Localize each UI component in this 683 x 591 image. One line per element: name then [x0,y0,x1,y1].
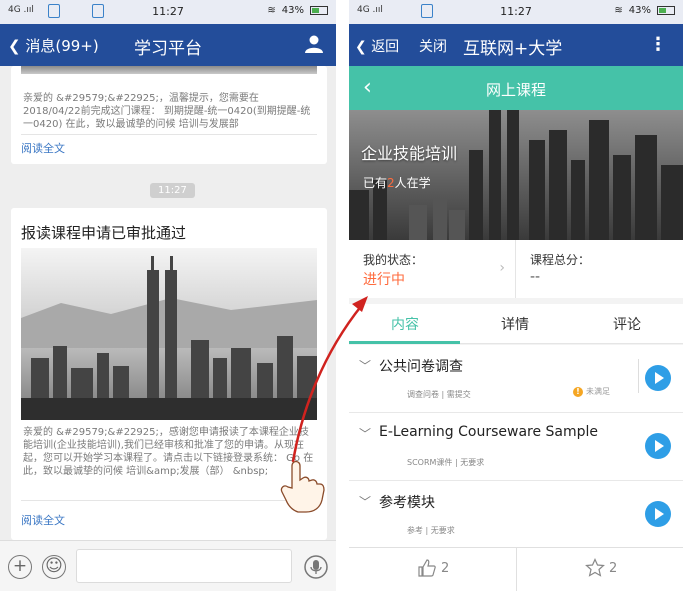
back-button[interactable]: ❮ 返回 [355,36,399,56]
status-value: 进行中 [363,272,405,288]
status-bar: 4G .ııl 11:27 ≋ 43% [349,0,683,24]
course-banner: 企业技能培训 已有2人在学 [349,110,683,240]
course-stats: 我的状态： 进行中 › 课程总分： -- [349,240,683,298]
read-more-link[interactable]: 阅读全文 [21,512,65,528]
top-navbar: ❮ 返回 关闭 互联网+大学 ⋮ [349,24,683,66]
status-right: ≋ 43% [614,5,675,16]
battery-percent: 43% [281,5,304,16]
tab-details[interactable]: 详情 [501,314,529,334]
message-input[interactable] [76,549,292,583]
message-body: 亲爱的 &#29579;&#22925;，感谢您申请报读了本课程企业技能培训(企… [23,427,314,477]
right-phone-screen: 4G .ııl 11:27 ≋ 43% ❮ 返回 关闭 互联网+大学 ⋮ ‹ 网… [349,0,683,591]
left-phone-screen: 4G .ııl 11:27 ≋ 43% ❮ 消息(99+) 学习平台 亲爱的 &… [0,0,336,591]
divider [21,134,317,135]
back-label: 返回 [371,39,400,55]
like-count: 2 [441,560,450,576]
chevron-down-icon: ﹀ [359,427,372,441]
module-meta: 参考 | 无要求 [407,526,455,535]
card-image-fragment [21,66,317,74]
skyline-illustration [21,248,317,420]
battery-icon [657,6,675,15]
favorite-button[interactable]: 2 [585,558,617,578]
battery-icon [310,6,328,15]
thumbs-up-icon [418,559,436,577]
user-profile-icon[interactable] [304,34,324,54]
chevron-down-icon: ﹀ [359,359,372,373]
module-meta: 调查问卷 | 需提交 [407,390,471,399]
message-body: 亲爱的 &#29579;&#22925;，温馨提示，您需要在2018/04/22… [23,93,311,130]
my-status[interactable]: 我的状态： 进行中 › [349,240,516,298]
close-button[interactable]: 关闭 [419,36,447,56]
top-navbar: ❮ 消息(99+) 学习平台 [0,24,336,66]
learner-suffix: 人在学 [394,176,431,190]
message-card[interactable]: 报读课程申请已审批通过 亲爱的 &#29579;&#22925;，感谢您申请报读… [11,208,327,540]
like-button[interactable]: 2 [417,558,449,578]
chevron-left-icon: ❮ [355,39,367,55]
message-timestamp: 11:27 [150,183,195,198]
total-label: 课程总分： [530,253,591,267]
divider [516,548,517,591]
chevron-right-icon: › [499,260,505,276]
section-title: 网上课程 [485,81,546,99]
chevron-down-icon: ﹀ [359,495,372,509]
play-icon[interactable] [645,365,671,391]
star-icon [585,558,605,577]
status-label: 我的状态： [363,253,424,267]
course-total-score: 课程总分： -- [516,240,683,298]
status-right: ≋ 43% [267,5,328,16]
module-item[interactable]: ﹀ 公共问卷调查 调查问卷 | 需提交 ! 未满足 [349,345,683,413]
tab-content[interactable]: 内容 [391,314,419,334]
tab-comments[interactable]: 评论 [613,314,641,334]
learner-number: 2 [387,176,395,190]
play-icon[interactable] [645,501,671,527]
course-tabs: 内容 详情 评论 [349,304,683,344]
message-input-bar: + ☺ [0,540,336,591]
module-meta: SCORM课件 | 无要求 [407,458,485,467]
page-title: 学习平台 [134,39,202,59]
message-card: 亲爱的 &#29579;&#22925;，温馨提示，您需要在2018/04/22… [11,66,327,164]
requirement-text: 未满足 [586,387,610,396]
read-more-link[interactable]: 阅读全文 [21,140,65,156]
emoji-button[interactable]: ☺ [42,555,66,579]
warning-icon: ! [573,386,583,397]
city-skyline-image [21,248,317,420]
module-title: E-Learning Courseware Sample [379,424,599,440]
module-title: 参考模块 [379,495,435,511]
favorite-count: 2 [609,560,618,576]
active-tab-indicator [349,341,460,344]
module-item[interactable]: ﹀ 参考模块 参考 | 无要求 [349,481,683,549]
wifi-icon: ≋ [614,5,623,16]
add-attachment-button[interactable]: + [8,555,32,579]
module-title: 公共问卷调查 [379,359,463,375]
battery-percent: 43% [628,5,651,16]
course-title: 企业技能培训 [361,144,458,163]
status-bar: 4G .ııl 11:27 ≋ 43% [0,0,336,24]
total-value: -- [530,269,541,285]
learner-count: 已有2人在学 [363,174,431,191]
more-options-icon[interactable]: ⋮ [649,34,667,55]
course-actions: 2 2 [349,547,683,591]
divider [21,500,317,501]
wifi-icon: ≋ [267,5,276,16]
play-icon[interactable] [645,433,671,459]
module-item[interactable]: ﹀ E-Learning Courseware Sample SCORM课件 |… [349,413,683,481]
divider [638,359,639,393]
microphone-icon[interactable] [304,555,328,579]
message-title: 报读课程申请已审批通过 [21,224,187,242]
learner-prefix: 已有 [363,176,388,190]
requirement-status: ! 未满足 [573,386,610,397]
course-header: ‹ 网上课程 [349,66,683,110]
page-title: 互联网+大学 [463,39,563,59]
